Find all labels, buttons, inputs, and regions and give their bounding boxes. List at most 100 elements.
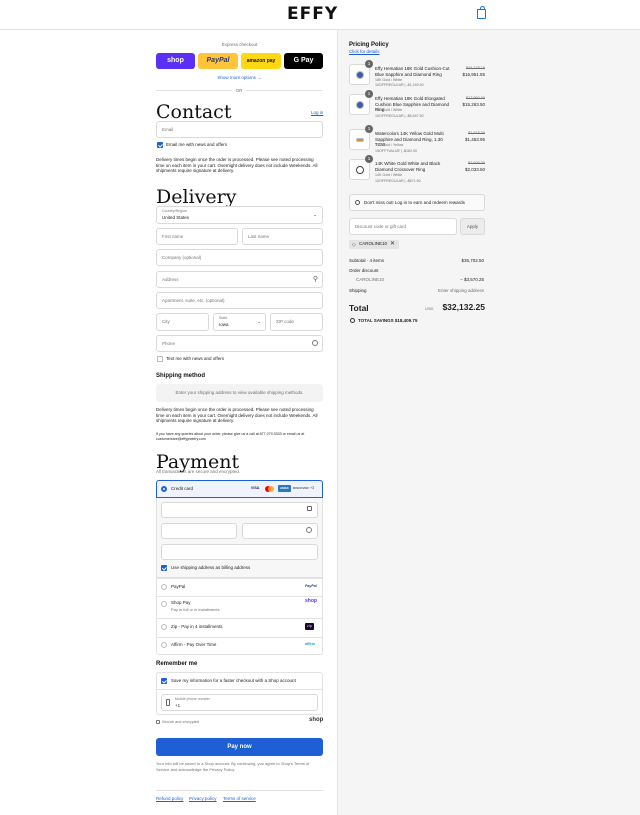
subtotal-value: $35,702.50 xyxy=(461,258,484,263)
discount-code-field[interactable]: Discount code or gift card xyxy=(349,218,457,235)
pay-now-button[interactable]: Pay now xyxy=(156,738,323,756)
secure-encrypted-label: Secure and encrypted xyxy=(162,720,200,724)
name-on-card-field[interactable] xyxy=(161,544,318,560)
billing-address-label: Use shipping address as billing address xyxy=(171,565,251,570)
chevron-down-icon: ⌄ xyxy=(257,319,261,324)
quantity-badge: 1 xyxy=(365,90,373,98)
cart-item: 1 14K White Gold White and Black Diamond… xyxy=(349,155,485,189)
pricing-policy-title: Pricing Policy xyxy=(349,42,389,48)
order-discount-value: − $3,570.25 xyxy=(460,277,484,282)
amazon-pay-button[interactable]: amazon pay xyxy=(241,53,281,69)
or-label: OR xyxy=(232,88,246,94)
remove-code-icon[interactable]: ✕ xyxy=(390,240,395,247)
affirm-radio[interactable] xyxy=(161,642,167,648)
state-select[interactable]: State Iowa ⌄ xyxy=(213,313,266,331)
lock-icon xyxy=(156,720,160,724)
city-field[interactable]: City xyxy=(156,313,209,331)
billing-address-checkbox[interactable] xyxy=(161,565,167,571)
text-news-checkbox[interactable] xyxy=(157,356,163,362)
mobile-phone-field[interactable]: Mobile phone number +1 xyxy=(161,694,318,711)
original-price: $2,506.00 xyxy=(468,161,485,165)
phone-field[interactable]: Phone xyxy=(156,335,323,352)
sale-price: $2,033.50 xyxy=(464,167,485,172)
apartment-field[interactable]: Apartment, suite, etc. (optional) xyxy=(156,292,323,309)
apply-button[interactable]: Apply xyxy=(460,218,485,235)
effy-logo[interactable]: EFFY xyxy=(287,6,353,23)
affirm-logo-icon: affirm xyxy=(305,642,315,646)
bag-icon[interactable] xyxy=(477,6,486,19)
last-name-field[interactable]: Last name xyxy=(242,228,323,245)
credit-card-radio[interactable] xyxy=(161,486,167,492)
discount-code-tag: 10OFFREGULAR | -$1,249.40 xyxy=(375,83,424,87)
paypal-button[interactable]: PayPal xyxy=(198,53,238,69)
shipping-placeholder: Enter your shipping address to view avai… xyxy=(156,384,323,402)
discount-code-tag: 10OFFREGULAR | -$6,547.50 xyxy=(375,114,424,118)
address-field[interactable]: Address ⚲ xyxy=(156,271,323,288)
security-code-field[interactable] xyxy=(242,523,318,539)
tag-icon: ◇ xyxy=(352,242,356,248)
savings-tag-icon xyxy=(350,318,355,323)
pricing-details-link[interactable]: Click for details xyxy=(349,49,380,55)
amex-icon: AMEX xyxy=(278,485,291,492)
product-variant: 18K Gold / White xyxy=(375,78,403,82)
zip-radio[interactable] xyxy=(161,624,167,630)
shop-pay-button[interactable]: shop xyxy=(156,53,195,69)
terms-of-service-link[interactable]: Terms of service xyxy=(223,796,256,802)
company-field[interactable]: Company (optional) xyxy=(156,249,323,266)
rewards-text: Don't miss out! Log in to earn and redee… xyxy=(364,200,465,205)
shop-pay-radio[interactable] xyxy=(161,601,167,607)
chevron-down-icon: ⌄ xyxy=(313,212,317,217)
first-name-field[interactable]: First name xyxy=(156,228,238,245)
email-news-checkbox[interactable] xyxy=(157,142,163,148)
shop-pay-label: Shop Pay xyxy=(171,600,191,605)
product-variant: 14K Gold / White xyxy=(375,173,403,177)
remember-divider xyxy=(156,689,323,690)
email-field[interactable]: Email xyxy=(156,121,323,138)
product-variant: 14K Gold / Yellow xyxy=(375,143,404,147)
paypal-label: PayPal xyxy=(171,584,186,589)
email-news-label: Email me with news and offers xyxy=(166,142,227,147)
show-more-options-link[interactable]: Show more options → xyxy=(156,75,323,81)
refund-policy-link[interactable]: Refund policy xyxy=(156,796,183,802)
discount-code-tag: 10OFFREGULAR | -$671.50 xyxy=(375,179,421,183)
card-number-field[interactable] xyxy=(161,502,318,518)
shipping-label: Shipping xyxy=(349,288,367,293)
paypal-radio[interactable] xyxy=(161,584,167,590)
mastercard-icon xyxy=(265,486,274,492)
shipping-question: If you have any queries about your order… xyxy=(156,432,305,441)
google-pay-button[interactable]: G Pay xyxy=(284,53,323,69)
text-news-label: Text me with news and offers xyxy=(166,356,224,361)
original-price: $17,960.00 xyxy=(465,96,485,100)
credit-card-label: Credit card xyxy=(171,486,194,491)
visa-icon: VISA xyxy=(251,486,260,490)
total-value: $32,132.25 xyxy=(442,302,485,312)
help-icon xyxy=(306,527,312,533)
paypal-logo-icon: PayPal xyxy=(305,584,317,588)
product-name: Effy Hematian 18K Gold Cushion-Cut Blue … xyxy=(375,66,450,77)
country-select[interactable]: Country/Region United States ⌄ xyxy=(156,206,323,224)
shop-pay-sub: Pay in full or in installments xyxy=(171,607,220,612)
save-info-label: Save my information for a faster checkou… xyxy=(171,678,296,683)
quantity-badge: 1 xyxy=(365,60,373,68)
save-info-checkbox[interactable] xyxy=(161,678,167,684)
order-discount-code: CAROLINE10 xyxy=(356,277,385,282)
shipping-value: Enter shipping address xyxy=(437,288,484,293)
info-icon xyxy=(355,200,360,205)
footer-divider xyxy=(156,790,323,791)
quantity-badge: 1 xyxy=(365,125,373,133)
affirm-label: Affirm - Pay Over Time xyxy=(171,642,217,647)
discount-code-tag: 15OFFTVALUE | -$162.00 xyxy=(375,149,418,153)
shipping-method-title: Shipping method xyxy=(156,373,205,379)
privacy-policy-link[interactable]: Privacy policy xyxy=(189,796,217,802)
shop-legal-text: Your info will be saved to a Shop accoun… xyxy=(156,761,310,772)
product-name: 14K White Gold White and Black Diamond C… xyxy=(375,161,441,172)
shop-wordmark: shop xyxy=(309,717,324,723)
help-icon xyxy=(312,340,318,346)
login-link[interactable]: Log in xyxy=(311,110,323,116)
original-price: $24,278.19 xyxy=(465,66,485,70)
remember-me-title: Remember me xyxy=(156,661,198,667)
phone-icon xyxy=(166,699,170,706)
expiration-field[interactable] xyxy=(161,523,237,539)
lock-icon xyxy=(307,506,312,511)
zip-field[interactable]: ZIP code xyxy=(270,313,323,331)
